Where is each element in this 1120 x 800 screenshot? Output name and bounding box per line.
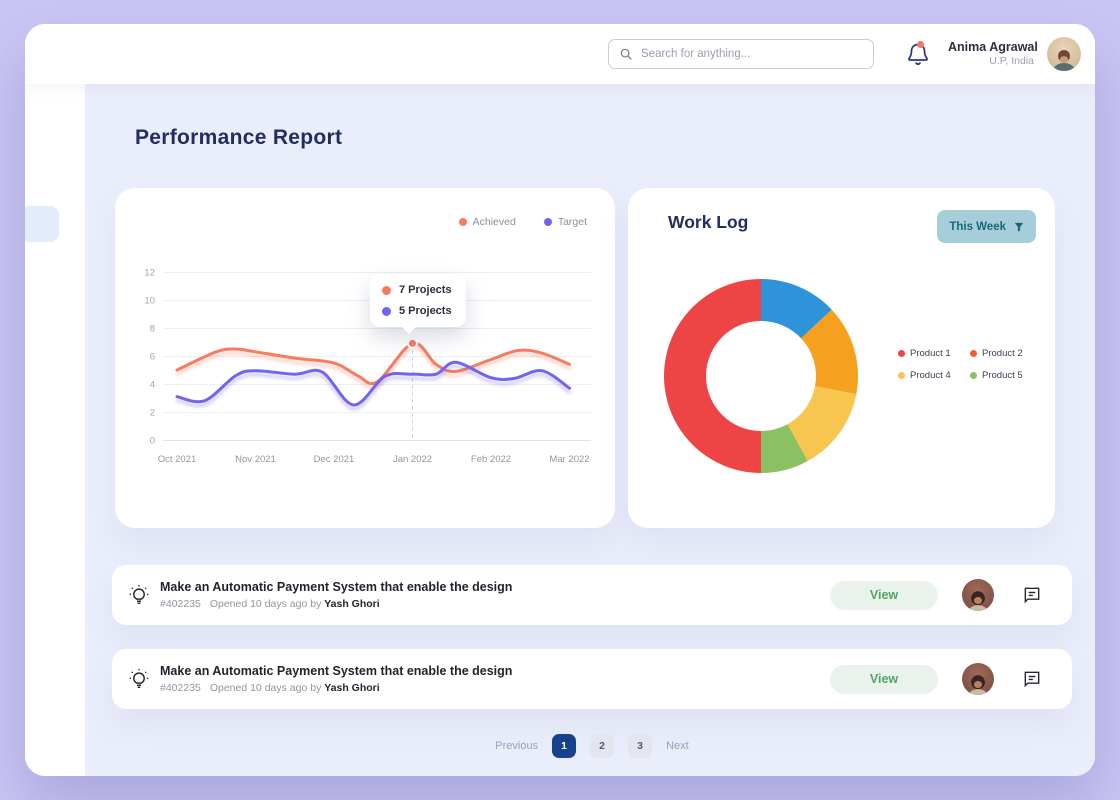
assignee-avatar[interactable] (962, 579, 994, 611)
legend-label: Achieved (473, 216, 516, 228)
task-opened: Opened 10 days ago by (210, 682, 322, 694)
pagination: Previous 1 2 3 Next (112, 734, 1072, 758)
legend-item-product-2: Product 2 (970, 348, 1042, 359)
legend-label: Product 1 (910, 348, 951, 359)
assignee-avatar[interactable] (962, 663, 994, 695)
filter-icon (1014, 222, 1024, 232)
sidebar-active-item[interactable] (25, 206, 59, 242)
pagination-next[interactable]: Next (666, 740, 689, 752)
idea-lightbulb-icon (128, 584, 150, 606)
task-id: #402235 (160, 682, 201, 694)
main-content: Performance Report Achieved Target (85, 84, 1095, 776)
legend-label: Product 4 (910, 370, 951, 381)
legend-item-product-1: Product 1 (898, 348, 970, 359)
task-id: #402235 (160, 598, 201, 610)
legend-label: Product 2 (982, 348, 1023, 359)
user-name: Anima Agrawal (948, 40, 1034, 56)
target-dot (544, 218, 552, 226)
achieved-dot (459, 218, 467, 226)
product-5-dot (970, 372, 977, 379)
user-avatar[interactable] (1047, 37, 1081, 71)
task-row: Make an Automatic Payment System that en… (112, 649, 1072, 709)
pagination-page-1[interactable]: 1 (552, 734, 576, 758)
task-author: Yash Ghori (324, 598, 379, 610)
view-button[interactable]: View (830, 581, 938, 610)
product-2-dot (970, 350, 977, 357)
chart-tooltip: 7 Projects 5 Projects (370, 274, 466, 327)
search-icon (619, 47, 633, 61)
app-window: Anima Agrawal U.P, India Performance Rep… (25, 24, 1095, 776)
task-row: Make an Automatic Payment System that en… (112, 565, 1072, 625)
top-header: Anima Agrawal U.P, India (25, 24, 1095, 84)
comment-icon[interactable] (1022, 585, 1042, 605)
pagination-page-3[interactable]: 3 (628, 734, 652, 758)
search-box[interactable] (608, 39, 874, 69)
legend-item-target: Target (544, 216, 587, 228)
task-text: Make an Automatic Payment System that en… (160, 662, 512, 697)
task-author: Yash Ghori (324, 682, 379, 694)
week-filter-label: This Week (949, 221, 1006, 233)
legend-label: Target (558, 216, 587, 228)
comment-icon[interactable] (1022, 669, 1042, 689)
legend-item-product-4: Product 4 (898, 370, 970, 381)
achieved-dot (382, 286, 391, 295)
performance-chart-card: Achieved Target 7 Projects 5 Pro (115, 188, 615, 528)
target-dot (382, 307, 391, 316)
task-meta: #402235 Opened 10 days ago by Yash Ghori (160, 681, 512, 697)
tooltip-value: 5 Projects (399, 305, 452, 317)
sidebar (25, 84, 85, 776)
page-title: Performance Report (135, 126, 342, 150)
tooltip-row-achieved: 7 Projects (382, 284, 452, 296)
search-input[interactable] (641, 48, 863, 60)
task-meta: #402235 Opened 10 days ago by Yash Ghori (160, 597, 512, 613)
legend-item-product-5: Product 5 (970, 370, 1042, 381)
view-button[interactable]: View (830, 665, 938, 694)
work-log-title: Work Log (668, 212, 748, 233)
work-log-card: Work Log This Week Product 1 (628, 188, 1055, 528)
line-chart-legend: Achieved Target (459, 216, 587, 228)
user-info: Anima Agrawal U.P, India (948, 40, 1034, 69)
task-title: Make an Automatic Payment System that en… (160, 662, 512, 681)
pagination-page-2[interactable]: 2 (590, 734, 614, 758)
notification-bell[interactable] (906, 41, 930, 67)
work-log-donut-chart (655, 270, 867, 482)
task-text: Make an Automatic Payment System that en… (160, 578, 512, 613)
notification-dot (917, 41, 924, 48)
task-title: Make an Automatic Payment System that en… (160, 578, 512, 597)
performance-line-chart (133, 250, 603, 482)
user-location: U.P, India (948, 55, 1034, 68)
tooltip-value: 7 Projects (399, 284, 452, 296)
idea-lightbulb-icon (128, 668, 150, 690)
legend-label: Product 5 (982, 370, 1023, 381)
task-opened: Opened 10 days ago by (210, 598, 322, 610)
donut-legend: Product 1 Product 2 Product 4 Product 5 (898, 348, 1042, 381)
product-1-dot (898, 350, 905, 357)
legend-item-achieved: Achieved (459, 216, 516, 228)
tooltip-row-target: 5 Projects (382, 305, 452, 317)
product-4-dot (898, 372, 905, 379)
pagination-previous[interactable]: Previous (495, 740, 538, 752)
week-filter-dropdown[interactable]: This Week (937, 210, 1036, 243)
